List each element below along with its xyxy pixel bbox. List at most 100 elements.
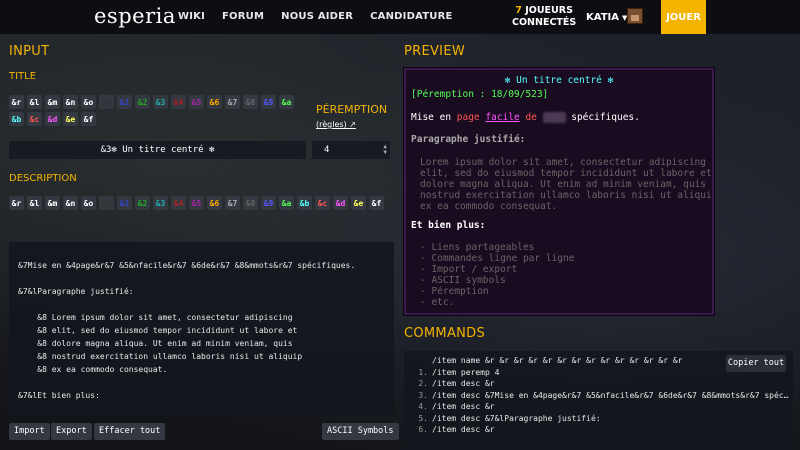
ascii-symbols-button[interactable]: ASCII Symbols <box>322 423 399 440</box>
title-format-button[interactable]: &d <box>45 112 60 126</box>
description-line: &8 ex ea commodo consequat. <box>18 365 168 374</box>
preview-title: ✻ Un titre centré ✻ <box>504 75 614 86</box>
nav-link-wiki[interactable]: WIKI <box>178 11 205 22</box>
command-line[interactable]: 4. /item desc &r <box>404 402 495 411</box>
peremption-input[interactable]: 4 ▲ ▼ <box>312 141 390 159</box>
logo[interactable]: esperia <box>94 4 176 28</box>
description-format-button[interactable]: &b <box>297 196 312 210</box>
stepper-icon[interactable]: ▲ ▼ <box>383 144 387 156</box>
title-format-buttons: &r &l &m &n &o &0 &1 &2 &3 &4 &5 &6 &7 &8 &9 &a &b &c &d &e… <box>9 95 307 126</box>
description-format-button[interactable]: &c <box>315 196 330 210</box>
title-format-button[interactable]: &6 <box>207 95 222 109</box>
title-format-button[interactable]: &m <box>45 95 60 109</box>
copy-all-button[interactable]: Copier tout <box>726 355 786 372</box>
description-format-button[interactable]: &1 <box>117 196 132 210</box>
description-format-button[interactable]: &4 <box>171 196 186 210</box>
title-format-button[interactable]: &4 <box>171 95 186 109</box>
description-format-button[interactable]: &0 <box>99 196 114 210</box>
title-format-button[interactable]: &r <box>9 95 24 109</box>
import-button[interactable]: Import <box>9 423 50 440</box>
description-format-button[interactable]: &e <box>351 196 366 210</box>
title-format-button[interactable]: &0 <box>99 95 114 109</box>
command-text: /item desc &7&lParagraphe justifié: <box>432 413 601 423</box>
preview-text: Mise en <box>411 112 457 123</box>
nav-link-nous-aider[interactable]: NOUS AIDER <box>281 11 353 22</box>
title-format-button[interactable]: &l <box>27 95 42 109</box>
title-format-button[interactable]: &5 <box>189 95 204 109</box>
title-input[interactable]: &3✻ Un titre centré ✻ <box>9 141 306 159</box>
title-format-button[interactable]: &a <box>279 95 294 109</box>
description-textarea[interactable]: &7Mise en &4page&r&7 &5&nfacile&r&7 &6de… <box>9 242 394 415</box>
nav-link-forum[interactable]: FORUM <box>222 11 264 22</box>
preview-panel: ✻ Un titre centré ✻ [Péremption : 18/09/… <box>403 67 715 316</box>
description-format-button[interactable]: &9 <box>261 196 276 210</box>
title-format-button[interactable]: &7 <box>225 95 240 109</box>
description-line: &7Mise en &4page&r&7 &5&nfacile&r&7 &6de… <box>18 261 356 270</box>
nav-link-candidature[interactable]: CANDIDATURE <box>370 11 452 22</box>
export-button[interactable]: Export <box>51 423 92 440</box>
avatar[interactable] <box>627 8 643 24</box>
peremption-label: PÉREMPTION <box>316 103 388 116</box>
description-format-button[interactable]: &7 <box>225 196 240 210</box>
preview-more-title: Et bien plus: <box>411 220 486 231</box>
description-format-button[interactable]: &a <box>279 196 294 210</box>
description-format-button[interactable]: &5 <box>189 196 204 210</box>
command-line[interactable]: 6. /item desc &r <box>404 425 495 434</box>
title-format-button[interactable]: &o <box>81 95 96 109</box>
preview-list-item: - Liens partageables <box>420 242 535 253</box>
command-line[interactable]: 1. /item peremp 4 <box>404 368 499 377</box>
play-button[interactable]: JOUER <box>661 0 706 34</box>
description-format-button[interactable]: &o <box>81 196 96 210</box>
description-format-button[interactable]: &l <box>27 196 42 210</box>
command-line[interactable]: /item name &r &r &r &r &r &r &r &r &r &r… <box>404 356 682 365</box>
description-line <box>18 378 385 391</box>
regles-link[interactable]: (règles) ↗ <box>316 120 356 129</box>
title-format-button[interactable]: &n <box>63 95 78 109</box>
title-format-button[interactable]: &2 <box>135 95 150 109</box>
description-format-button[interactable]: &r <box>9 196 24 210</box>
description-line: &8 dolore magna aliqua. Ut enim ad minim… <box>18 339 293 348</box>
command-line[interactable]: 3. /item desc &7Mise en &4page&r&7 &5&nfa… <box>404 391 788 400</box>
command-text: /item desc &r <box>432 425 495 434</box>
preview-paragraph-line: nostrud exercitation ullamco laboris nis… <box>420 190 714 201</box>
title-format-button[interactable]: &e <box>63 112 78 126</box>
players-online: 7 JOUEURS CONNECTÉS <box>512 5 576 29</box>
description-format-button[interactable]: &n <box>63 196 78 210</box>
description-line <box>18 300 385 313</box>
preview-list-item: - etc. <box>420 297 455 308</box>
description-format-button[interactable]: &2 <box>135 196 150 210</box>
title-format-button[interactable]: &1 <box>117 95 132 109</box>
description-format-buttons: &r &l &m &n &o &0 &1 &2 &3 &4 &5 &6 &7 &8 &9 &a &b &c &d &e… <box>9 196 394 210</box>
command-text: /item desc &r <box>432 402 495 411</box>
preview-text-end: spécifiques. <box>565 112 640 123</box>
description-format-button[interactable]: &6 <box>207 196 222 210</box>
description-format-button[interactable]: &m <box>45 196 60 210</box>
title-format-button[interactable]: &c <box>27 112 42 126</box>
command-line-number: 2. <box>418 379 428 388</box>
title-format-button[interactable]: &f <box>81 112 96 126</box>
description-line <box>18 274 385 287</box>
command-line[interactable]: 5. /item desc &7&lParagraphe justifié: <box>404 413 601 423</box>
command-line[interactable]: 2. /item desc &r <box>404 379 494 388</box>
command-line-number: 6. <box>418 425 428 434</box>
description-format-button[interactable]: &8 <box>243 196 258 210</box>
title-format-button[interactable]: &9 <box>261 95 276 109</box>
title-format-button[interactable]: &3 <box>153 95 168 109</box>
description-label: DESCRIPTION <box>9 173 77 184</box>
user-menu[interactable]: KATIA ▼ <box>586 12 627 23</box>
command-line-number: 1. <box>418 367 428 377</box>
clear-all-button[interactable]: Effacer tout <box>94 423 166 440</box>
preview-peremption: [Péremption : 18/09/523] <box>411 89 549 100</box>
title-label: TITLE <box>9 71 37 82</box>
title-format-button[interactable]: &b <box>9 112 24 126</box>
input-heading: INPUT <box>9 44 50 59</box>
preview-paragraph-line: Lorem ipsum dolor sit amet, consectetur … <box>420 157 706 168</box>
command-line-number: 4. <box>418 402 428 411</box>
description-line: &7&lEt bien plus: <box>18 391 100 400</box>
players-label: JOUEURS <box>525 5 573 16</box>
description-format-button[interactable]: &3 <box>153 196 168 210</box>
command-text: /item desc &7Mise en &4page&r&7 &5&nfaci… <box>432 390 789 400</box>
description-format-button[interactable]: &f <box>369 196 384 210</box>
description-format-button[interactable]: &d <box>333 196 348 210</box>
title-format-button[interactable]: &8 <box>243 95 258 109</box>
